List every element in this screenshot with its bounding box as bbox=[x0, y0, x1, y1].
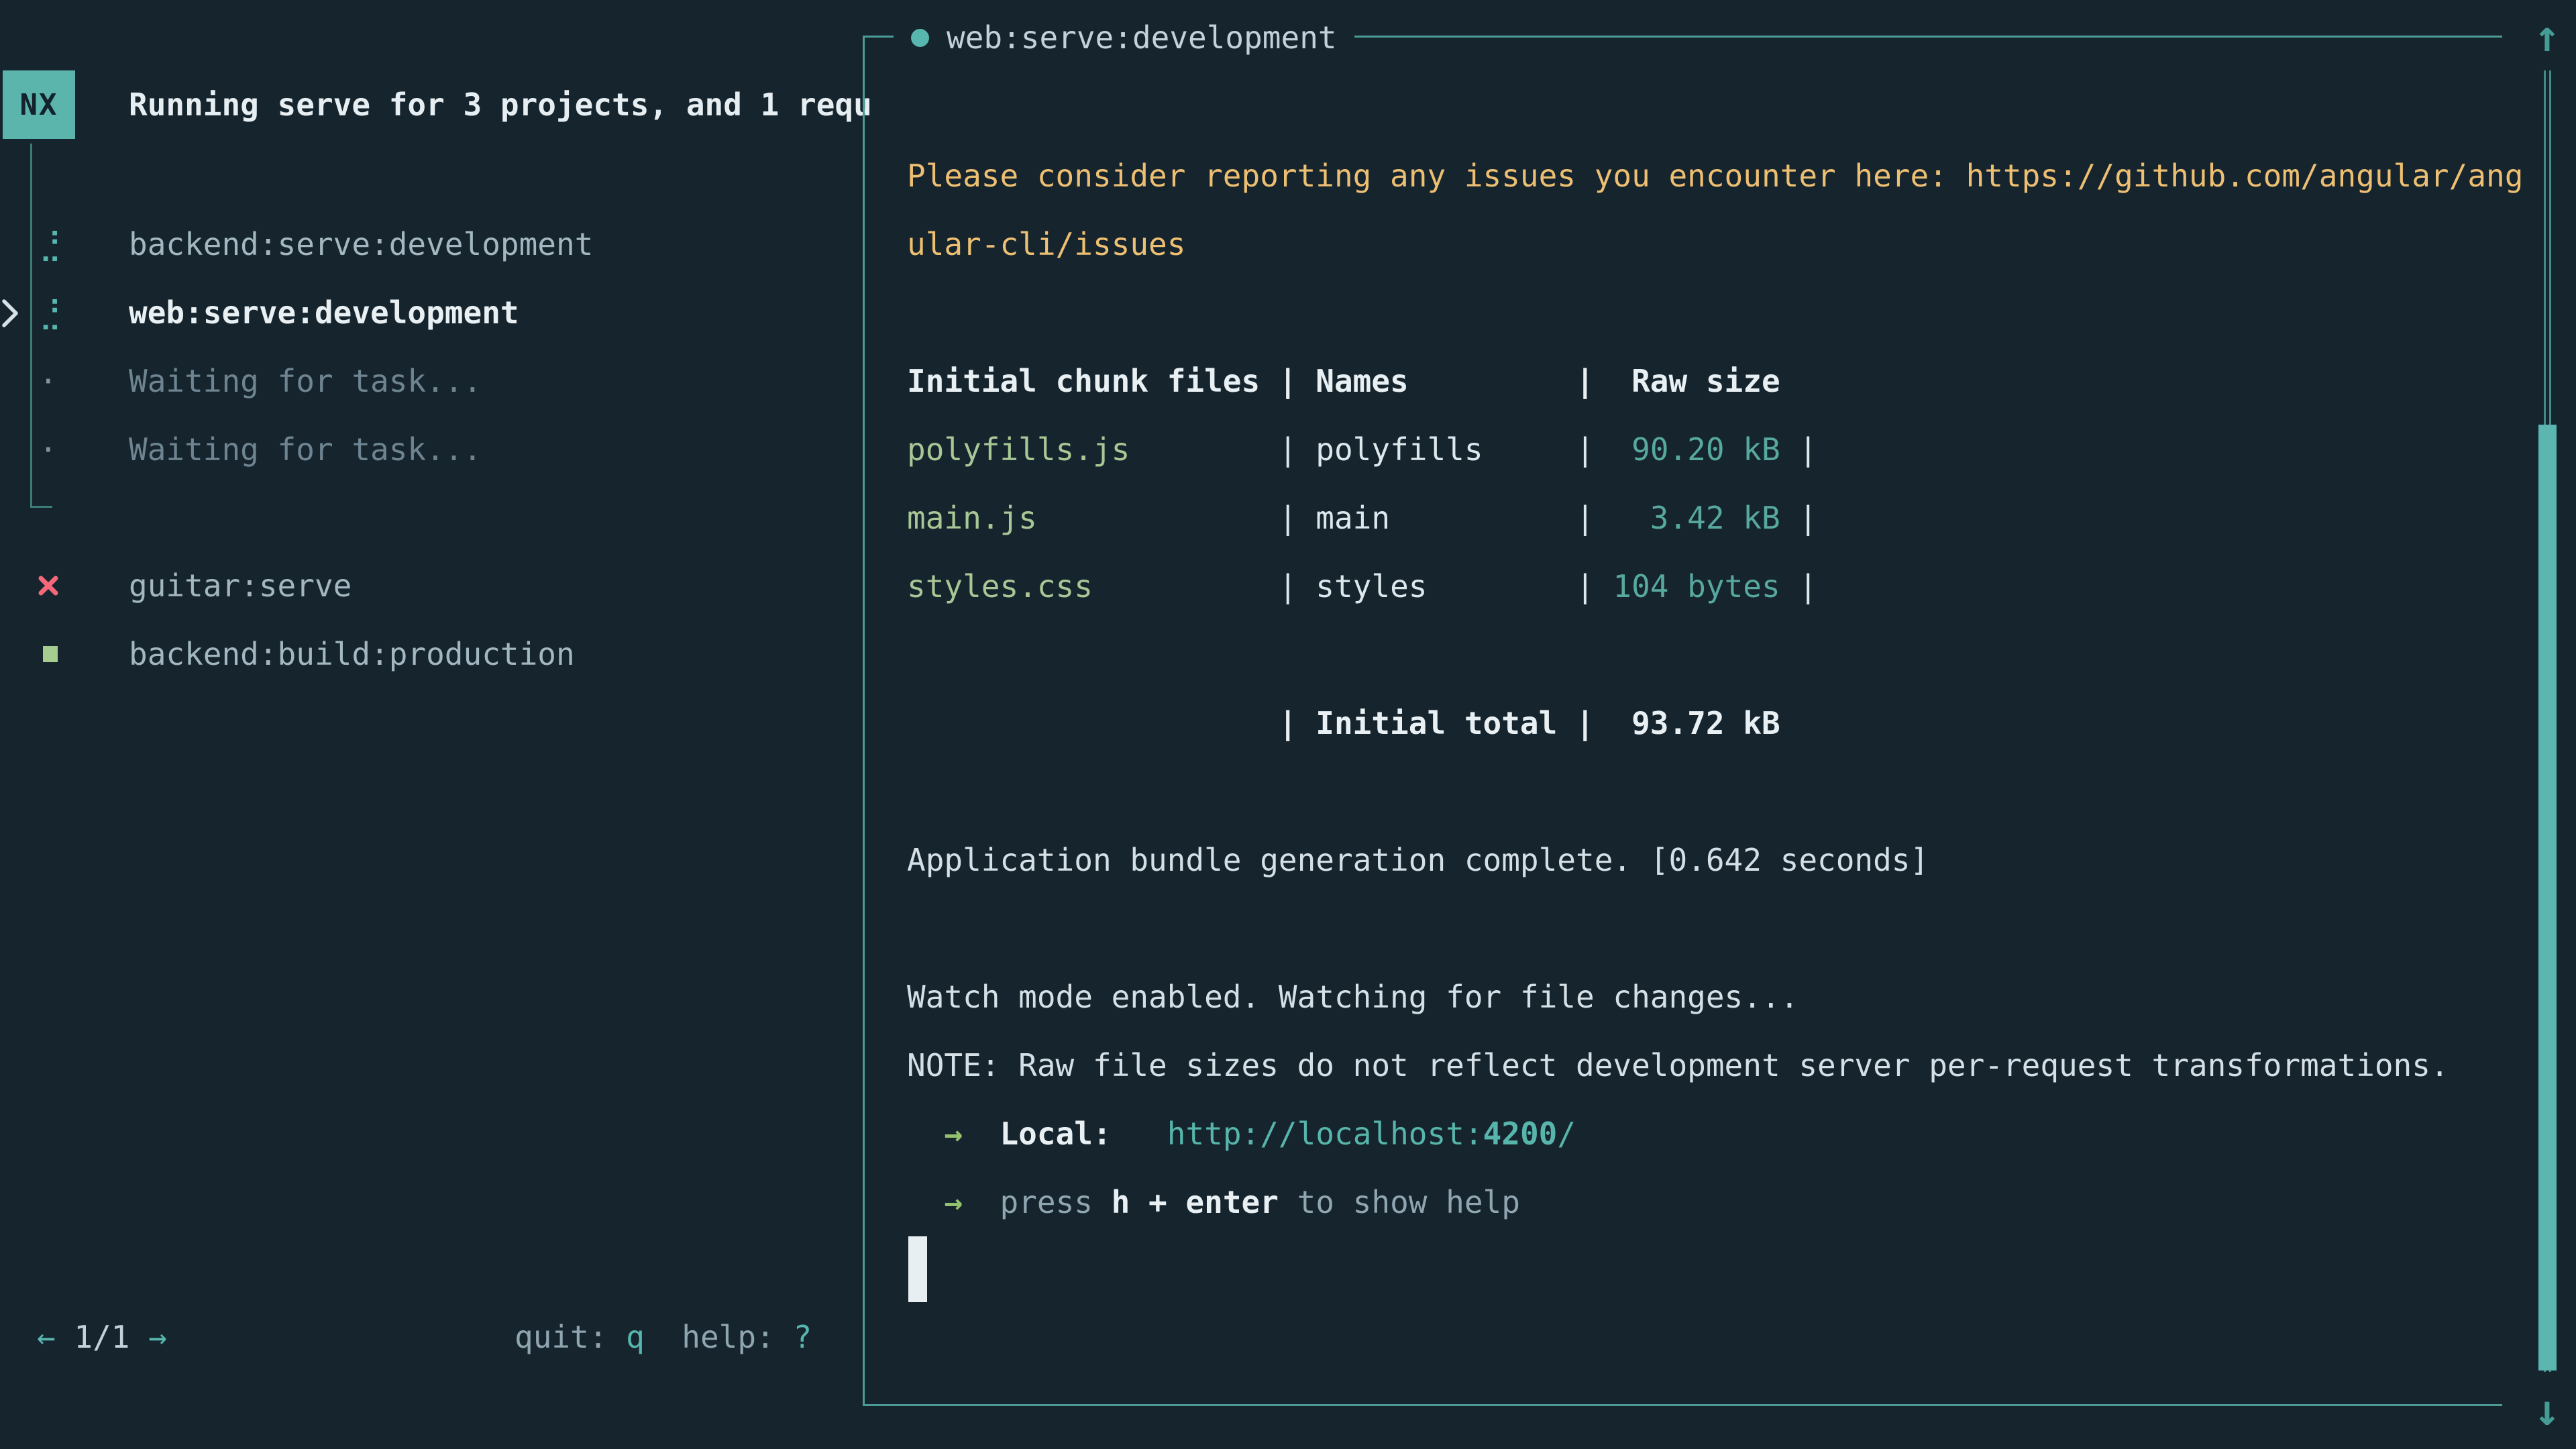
running-status-dot-icon bbox=[911, 29, 929, 47]
notice-line: ular-cli/issues bbox=[907, 210, 2504, 278]
help-hint-label: help: bbox=[682, 1319, 793, 1355]
blank-line bbox=[907, 894, 2504, 963]
note-line: NOTE: Raw file sizes do not reflect deve… bbox=[907, 1031, 2504, 1099]
task-label: Waiting for task... bbox=[129, 347, 482, 415]
nx-tui-screen: NX Running serve for 3 projects, and 1 r… bbox=[0, 0, 2576, 1449]
pagination: ← 1/1 → bbox=[37, 1303, 167, 1371]
task-row-backend-serve[interactable]: ⣘ backend:serve:development bbox=[0, 210, 863, 278]
task-label: backend:serve:development bbox=[129, 210, 593, 278]
local-url[interactable]: http://localhost: bbox=[1167, 1116, 1483, 1152]
pagination-current: 1/1 bbox=[74, 1319, 129, 1355]
terminal-output: Please consider reporting any issues you… bbox=[907, 142, 2504, 1236]
local-url-port[interactable]: 4200 bbox=[1483, 1116, 1558, 1152]
task-label: guitar:serve bbox=[129, 551, 352, 620]
panel-border-bottom bbox=[863, 1404, 2502, 1406]
chunk-table-total-row: | Initial total | 93.72 kB bbox=[907, 689, 2504, 757]
quit-hint-key: q bbox=[626, 1319, 645, 1355]
keyboard-hints: quit: q help: ? bbox=[515, 1303, 812, 1371]
spinner-icon: ⣘ bbox=[39, 210, 62, 278]
task-row-guitar-serve[interactable]: guitar:serve bbox=[0, 551, 863, 620]
chunk-table-row: polyfills.js | polyfills | 90.20 kB | bbox=[907, 415, 2504, 484]
task-list: ⣘ backend:serve:development ⣘ web:serve:… bbox=[0, 210, 863, 484]
panel-title-bar: web:serve:development bbox=[894, 5, 1354, 70]
arrow-icon: → bbox=[907, 1116, 1000, 1152]
help-hint-key: ? bbox=[793, 1319, 812, 1355]
scrollbar-thumb[interactable] bbox=[2538, 425, 2557, 1371]
scroll-up-icon[interactable]: ↑ bbox=[2510, 13, 2576, 60]
page-title: Running serve for 3 projects, and 1 requ bbox=[129, 70, 872, 139]
waiting-dot-icon: · bbox=[39, 415, 58, 484]
arrow-icon: → bbox=[907, 1184, 1000, 1220]
task-label: Waiting for task... bbox=[129, 415, 482, 484]
panel-border-left bbox=[863, 36, 865, 1406]
blank-line bbox=[907, 278, 2504, 347]
task-label: backend:build:production bbox=[129, 620, 575, 688]
nx-logo: NX bbox=[3, 70, 75, 139]
terminal-cursor bbox=[908, 1236, 927, 1302]
chunk-table-row: styles.css | styles | 104 bytes | bbox=[907, 552, 2504, 621]
task-row-waiting-2[interactable]: · Waiting for task... bbox=[0, 415, 863, 484]
pagination-next-arrow[interactable]: → bbox=[148, 1319, 167, 1355]
local-url-line: → Local: http://localhost:4200/ bbox=[907, 1099, 2504, 1168]
task-group-bracket-corner bbox=[30, 506, 52, 508]
finished-task-list: guitar:serve backend:build:production bbox=[0, 551, 863, 688]
waiting-dot-icon: · bbox=[39, 347, 58, 415]
watch-mode-line: Watch mode enabled. Watching for file ch… bbox=[907, 963, 2504, 1031]
notice-line: Please consider reporting any issues you… bbox=[907, 142, 2504, 210]
spinner-icon: ⣘ bbox=[39, 278, 62, 347]
help-keys: h + enter bbox=[1112, 1184, 1279, 1220]
quit-hint-label: quit: bbox=[515, 1319, 626, 1355]
task-row-web-serve[interactable]: ⣘ web:serve:development bbox=[0, 278, 863, 347]
task-row-waiting-1[interactable]: · Waiting for task... bbox=[0, 347, 863, 415]
chunk-table-row: main.js | main | 3.42 kB | bbox=[907, 484, 2504, 552]
local-label: Local: bbox=[1000, 1116, 1111, 1152]
panel-title: web:serve:development bbox=[947, 19, 1337, 56]
bundle-complete-line: Application bundle generation complete. … bbox=[907, 826, 2504, 894]
blank-line bbox=[907, 621, 2504, 689]
pagination-prev-arrow[interactable]: ← bbox=[37, 1319, 56, 1355]
task-label: web:serve:development bbox=[129, 278, 519, 347]
chunk-table-header: Initial chunk files | Names | Raw size bbox=[907, 347, 2504, 415]
sidebar-bottom-bar: ← 1/1 → quit: q help: ? bbox=[0, 1303, 863, 1371]
task-row-backend-build[interactable]: backend:build:production bbox=[0, 620, 863, 688]
scroll-down-icon[interactable]: ↓ bbox=[2510, 1387, 2576, 1434]
help-line: → press h + enter to show help bbox=[907, 1168, 2504, 1236]
local-url-slash[interactable]: / bbox=[1557, 1116, 1576, 1152]
blank-line bbox=[907, 757, 2504, 826]
